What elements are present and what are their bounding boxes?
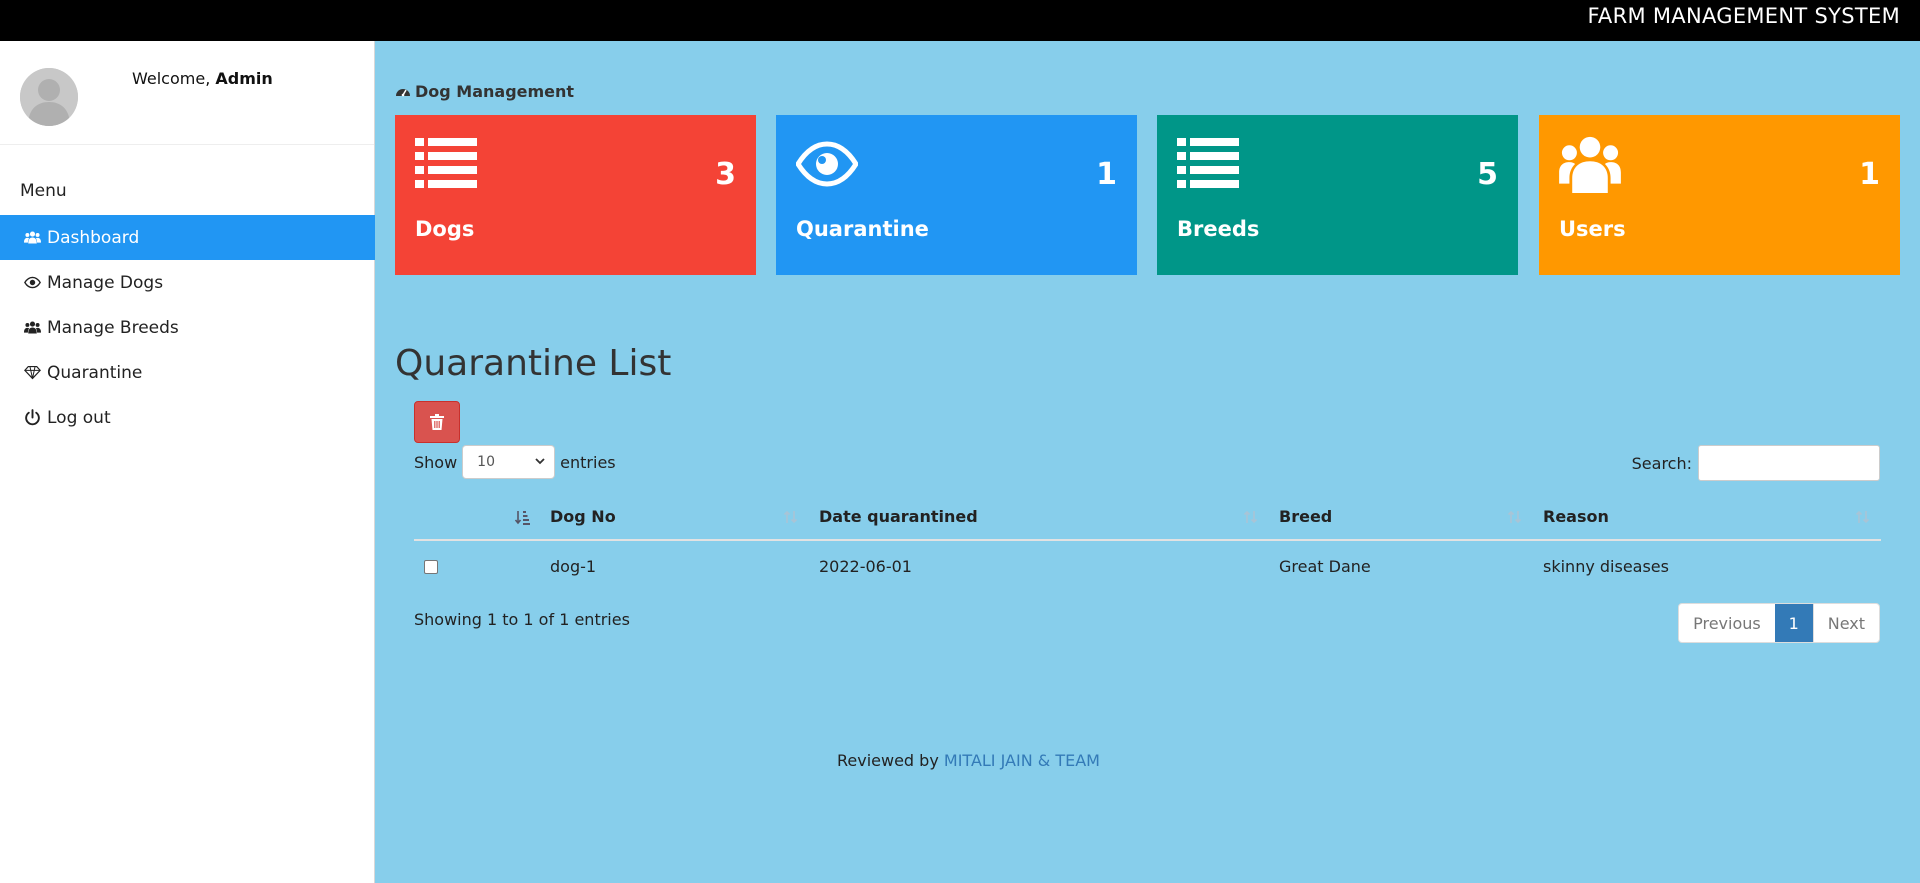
table-row: dog-1 2022-06-01 Great Dane skinny disea…	[414, 540, 1881, 592]
eye-icon	[22, 274, 42, 292]
sort-icon	[783, 510, 798, 524]
sort-icon	[1507, 510, 1522, 524]
dashboard-icon	[396, 88, 410, 96]
sort-icon	[1243, 510, 1258, 524]
previous-page-button[interactable]: Previous	[1679, 604, 1775, 642]
eye-icon	[796, 141, 858, 187]
column-header-label: Reason	[1543, 507, 1609, 526]
entries-length-select[interactable]: 10	[462, 445, 556, 479]
stat-card-dogs[interactable]: 3 Dogs	[395, 115, 756, 275]
card-count: 1	[1859, 157, 1880, 192]
app-title: FARM MANAGEMENT SYSTEM	[1587, 4, 1900, 28]
sort-ascending-icon	[514, 511, 530, 525]
column-header-select[interactable]	[414, 494, 540, 541]
select-cell	[414, 540, 540, 592]
column-header-label: Breed	[1279, 507, 1333, 526]
show-label: Show	[414, 452, 458, 472]
sidebar-nav: Dashboard Manage Dogs Manage Breeds Quar…	[0, 215, 375, 440]
length-value: 10	[477, 454, 495, 470]
welcome-prefix: Welcome,	[132, 69, 211, 88]
stat-card-users[interactable]: 1 Users	[1539, 115, 1900, 275]
column-header-reason[interactable]: Reason	[1533, 494, 1881, 541]
menu-header: Menu	[20, 181, 67, 201]
cell-dog-no: dog-1	[550, 557, 597, 576]
users-icon	[22, 319, 42, 337]
page-1-button[interactable]: 1	[1774, 604, 1813, 642]
delete-button[interactable]	[414, 401, 460, 443]
user-panel: Welcome, Admin	[0, 41, 374, 145]
card-count: 3	[715, 157, 736, 192]
column-header-label: Dog No	[550, 507, 616, 526]
card-label: Breeds	[1177, 217, 1260, 241]
next-page-button[interactable]: Next	[1812, 604, 1879, 642]
row-checkbox[interactable]	[424, 559, 438, 574]
user-name: Admin	[215, 69, 273, 88]
cell-breed: Great Dane	[1279, 557, 1371, 576]
search-control: Search:	[1632, 445, 1880, 481]
top-bar: FARM MANAGEMENT SYSTEM	[0, 0, 1920, 41]
sidebar-item-dashboard[interactable]: Dashboard	[0, 215, 375, 260]
table-info: Showing 1 to 1 of 1 entries	[414, 610, 630, 629]
stat-card-quarantine[interactable]: 1 Quarantine	[776, 115, 1137, 275]
pagination: Previous 1 Next	[1678, 603, 1880, 643]
cell-date: 2022-06-01	[819, 557, 912, 576]
sidebar-item-manage-dogs[interactable]: Manage Dogs	[0, 260, 375, 305]
trash-icon	[430, 414, 444, 430]
power-icon	[22, 409, 42, 427]
footer-prefix: Reviewed by	[837, 751, 939, 770]
stat-card-breeds[interactable]: 5 Breeds	[1157, 115, 1518, 275]
card-count: 1	[1096, 157, 1117, 192]
sidebar-item-label: Log out	[47, 407, 111, 428]
breadcrumb: Dog Management	[395, 82, 574, 101]
entries-label: entries	[560, 452, 616, 472]
length-control: Show 10 entries	[414, 445, 616, 479]
sidebar: Welcome, Admin Menu Dashboard Manage Dog…	[0, 41, 375, 883]
search-label: Search:	[1631, 453, 1692, 473]
column-header-breed[interactable]: Breed	[1269, 494, 1533, 541]
cell-reason: skinny diseases	[1543, 557, 1669, 576]
sort-icon	[1855, 510, 1870, 524]
list-icon	[1177, 138, 1239, 188]
quarantine-table: Dog No Date quarantined Breed Reason dog…	[414, 494, 1881, 592]
column-header-label: Date quarantined	[819, 507, 978, 526]
users-icon	[1559, 136, 1621, 193]
column-header-date[interactable]: Date quarantined	[809, 494, 1269, 541]
sidebar-item-label: Quarantine	[47, 362, 143, 383]
sidebar-item-quarantine[interactable]: Quarantine	[0, 350, 375, 395]
card-label: Dogs	[415, 217, 475, 241]
welcome-text: Welcome, Admin	[132, 69, 273, 88]
users-icon	[22, 229, 42, 247]
search-input[interactable]	[1698, 445, 1880, 481]
table-header-row: Dog No Date quarantined Breed Reason	[414, 494, 1881, 541]
card-count: 5	[1477, 157, 1498, 192]
chevron-down-icon	[535, 458, 545, 465]
footer-link[interactable]: MITALI JAIN & TEAM	[944, 751, 1100, 770]
list-icon	[415, 138, 477, 188]
footer: Reviewed by MITALI JAIN & TEAM	[837, 751, 1100, 770]
page-title: Quarantine List	[395, 343, 672, 384]
sidebar-item-logout[interactable]: Log out	[0, 395, 375, 440]
breadcrumb-label: Dog Management	[415, 82, 575, 101]
card-label: Quarantine	[796, 217, 929, 241]
avatar	[20, 68, 78, 126]
sidebar-item-label: Manage Breeds	[47, 317, 179, 338]
sidebar-item-label: Dashboard	[47, 227, 140, 248]
card-label: Users	[1559, 217, 1626, 241]
diamond-icon	[22, 364, 42, 382]
sidebar-item-label: Manage Dogs	[47, 272, 164, 293]
column-header-dog-no[interactable]: Dog No	[540, 494, 809, 541]
user-avatar-icon	[20, 68, 78, 126]
sidebar-item-manage-breeds[interactable]: Manage Breeds	[0, 305, 375, 350]
